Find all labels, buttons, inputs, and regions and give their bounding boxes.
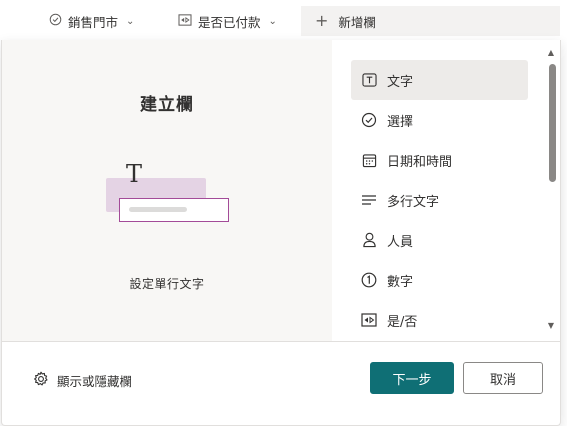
scroll-down-arrow[interactable]: ▼ <box>546 321 556 331</box>
column-header-paid[interactable]: 是否已付款 ⌄ <box>178 6 277 36</box>
column-header-bar: 銷售門市 ⌄ 是否已付款 ⌄ + 新增欄 <box>0 0 567 40</box>
column-type-label: 人員 <box>387 234 414 250</box>
column-type-list: 文字 選擇 日期和時間 多行文字 人員 數字 是/否 <box>351 60 528 340</box>
footer-divider <box>2 341 560 342</box>
column-type-description: 設定單行文字 <box>129 277 205 291</box>
show-hide-columns-link[interactable]: 顯示或隱藏欄 <box>33 371 132 390</box>
column-type-text[interactable]: 文字 <box>351 60 528 100</box>
scrollbar-thumb[interactable] <box>549 64 556 182</box>
panel-title: 建立欄 <box>140 95 194 115</box>
column-type-choice[interactable]: 選擇 <box>351 100 528 140</box>
create-column-panel: 建立欄 T 設定單行文字 文字 選擇 日期和時間 多行文字 人員 數字 是/否 … <box>1 40 561 426</box>
chevron-down-icon: ⌄ <box>268 15 277 27</box>
column-type-label: 數字 <box>387 274 414 290</box>
column-header-label: 銷售門市 <box>68 14 119 30</box>
chevron-down-icon: ⌄ <box>126 15 135 27</box>
column-type-datetime[interactable]: 日期和時間 <box>351 140 528 180</box>
show-hide-columns-label: 顯示或隱藏欄 <box>57 374 133 389</box>
scroll-up-arrow[interactable]: ▲ <box>546 48 556 58</box>
column-type-person[interactable]: 人員 <box>351 220 528 260</box>
yes-no-column-icon <box>178 13 192 29</box>
next-button[interactable]: 下一步 <box>370 362 454 394</box>
add-column-button[interactable]: + 新增欄 <box>301 6 560 36</box>
yes-no-icon <box>361 312 377 328</box>
plus-icon: + <box>315 11 329 30</box>
text-glyph-icon: T <box>126 160 143 188</box>
column-type-label: 多行文字 <box>387 194 440 210</box>
number-icon <box>361 272 377 288</box>
column-type-label: 日期和時間 <box>387 154 453 170</box>
preview-pane: 建立欄 T 設定單行文字 <box>2 40 332 341</box>
column-type-label: 是/否 <box>387 314 418 330</box>
gear-icon <box>33 371 49 390</box>
column-type-label: 文字 <box>387 74 414 90</box>
illustration-textbox <box>119 198 229 222</box>
text-type-icon <box>361 72 377 88</box>
choice-check-icon <box>361 112 377 128</box>
multiline-text-icon <box>361 192 377 208</box>
column-type-number[interactable]: 數字 <box>351 260 528 300</box>
choice-column-icon <box>49 13 62 29</box>
column-type-label: 選擇 <box>387 114 414 130</box>
column-header-label: 是否已付款 <box>198 14 261 30</box>
person-icon <box>361 232 377 248</box>
column-type-multiline[interactable]: 多行文字 <box>351 180 528 220</box>
add-column-label: 新增欄 <box>338 14 376 30</box>
calendar-icon <box>361 152 377 168</box>
column-type-yes-no[interactable]: 是/否 <box>351 300 528 340</box>
column-header-sales-store[interactable]: 銷售門市 ⌄ <box>49 6 134 36</box>
cancel-button[interactable]: 取消 <box>463 362 543 394</box>
